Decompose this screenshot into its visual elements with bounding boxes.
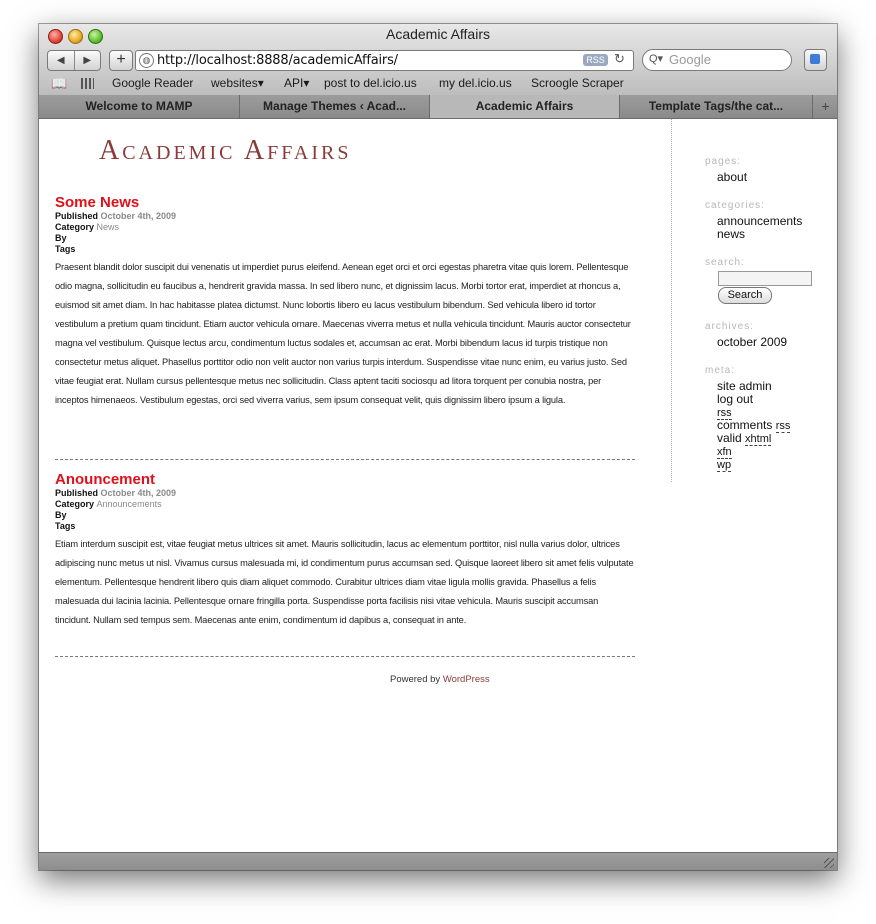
post: Some News Published October 4th, 2009 Ca…	[55, 194, 635, 410]
sidebar-comments-row: comments rss	[717, 418, 791, 433]
navigation-buttons: ◀ ▶	[47, 50, 101, 71]
footer-powered-by: Powered by WordPress	[390, 674, 490, 685]
sidebar-search-input[interactable]	[718, 271, 812, 286]
sidebar-comments-label: comments	[717, 418, 773, 432]
top-sites-grid-icon[interactable]	[81, 78, 94, 89]
bookmark-google-reader[interactable]: Google Reader	[112, 76, 193, 90]
bookmark-scroogle-scraper[interactable]: Scroogle Scraper	[531, 76, 624, 90]
reload-icon[interactable]: ↻	[614, 51, 625, 67]
window-title: Academic Affairs	[385, 26, 490, 42]
sidebar-link-news[interactable]: news	[717, 227, 745, 241]
sidebar-link-about[interactable]: about	[717, 170, 747, 184]
category-label: Category	[55, 499, 95, 509]
sidebar-heading-meta: meta:	[705, 365, 736, 376]
resize-handle-icon[interactable]	[824, 858, 834, 868]
tab-manage-themes[interactable]: Manage Themes ‹ Acad...	[240, 95, 430, 118]
sidebar-xfn-row: xfn	[717, 444, 732, 459]
category-label: Category	[55, 222, 95, 232]
post-meta: Published October 4th, 2009 Category New…	[55, 211, 635, 255]
browser-window: Academic Affairs ◀ ▶ + ◍ http://localhos…	[39, 24, 837, 870]
add-bookmark-button[interactable]: +	[109, 50, 133, 71]
post-date: October 4th, 2009	[100, 488, 177, 498]
post-body: Etiam interdum suscipit est, vitae feugi…	[55, 539, 634, 625]
bookmark-my-delicious[interactable]: my del.icio.us	[439, 76, 512, 90]
sidebar-heading-categories: categories:	[705, 200, 765, 211]
forward-arrow-icon[interactable]: ▶	[75, 51, 101, 70]
bookmark-post-to-delicious[interactable]: post to del.icio.us	[324, 76, 417, 90]
globe-icon: ◍	[139, 53, 154, 68]
tab-template-tags[interactable]: Template Tags/the cat...	[620, 95, 813, 118]
sidebar-heading-search: search:	[705, 257, 745, 268]
sidebar-search-button[interactable]: Search	[718, 287, 772, 304]
by-label: By	[55, 233, 67, 243]
tab-bar: Welcome to MAMP Manage Themes ‹ Acad... …	[39, 95, 837, 119]
post-category-link[interactable]: Announcements	[97, 499, 162, 509]
post-title[interactable]: Some News	[55, 194, 635, 211]
site-title[interactable]: Academic Affairs	[99, 135, 351, 167]
sidebar-rss-row: rss	[717, 405, 732, 420]
wordpress-link[interactable]: WordPress	[443, 674, 490, 685]
search-placeholder: Google	[669, 52, 711, 67]
back-arrow-icon[interactable]: ◀	[48, 51, 75, 70]
bookmark-icon	[810, 54, 820, 64]
sidebar-valid-row: valid xhtml	[717, 431, 772, 446]
rss-badge[interactable]: RSS	[583, 54, 608, 66]
sidebar-heading-pages: pages:	[705, 156, 742, 167]
published-label: Published	[55, 211, 99, 221]
new-tab-button[interactable]: +	[814, 95, 837, 118]
sidebar-link-wp[interactable]: wp	[717, 459, 732, 472]
tags-label: Tags	[55, 521, 76, 531]
bookmark-api[interactable]: API▾	[284, 76, 309, 90]
book-icon[interactable]: 📖	[51, 76, 67, 92]
bookmark-menu-button[interactable]	[804, 49, 827, 71]
post-date: October 4th, 2009	[100, 211, 177, 221]
post-divider	[55, 459, 635, 460]
post-category-link[interactable]: News	[97, 222, 120, 232]
tab-academic-affairs[interactable]: Academic Affairs	[430, 95, 620, 118]
bookmark-websites[interactable]: websites▾	[211, 76, 264, 90]
sidebar-link-xhtml[interactable]: xhtml	[745, 433, 772, 446]
search-icon: Q▾	[649, 53, 664, 65]
post-title[interactable]: Anouncement	[55, 471, 635, 488]
url-text[interactable]: http://localhost:8888/academicAffairs/	[157, 53, 398, 68]
by-label: By	[55, 510, 67, 520]
tab-welcome-to-mamp[interactable]: Welcome to MAMP	[39, 95, 240, 118]
web-page: Academic Affairs Some News Published Oct…	[39, 119, 837, 852]
sidebar: pages: about categories: announcements n…	[671, 119, 837, 482]
powered-by-text: Powered by	[390, 674, 441, 685]
published-label: Published	[55, 488, 99, 498]
search-field[interactable]: Q▾ Google	[642, 49, 792, 71]
sidebar-link-announcements[interactable]: announcements	[717, 214, 802, 228]
post-divider	[55, 656, 635, 657]
sidebar-valid-label: valid	[717, 431, 742, 445]
tags-label: Tags	[55, 244, 76, 254]
title-bar: Academic Affairs ◀ ▶ + ◍ http://localhos…	[39, 24, 837, 96]
sidebar-link-site-admin[interactable]: site admin	[717, 379, 772, 393]
post-body: Praesent blandit dolor suscipit dui vene…	[55, 262, 631, 405]
status-bar	[39, 852, 837, 870]
post: Anouncement Published October 4th, 2009 …	[55, 471, 635, 630]
sidebar-link-october-2009[interactable]: october 2009	[717, 335, 787, 349]
bookmarks-bar: 📖 Google Reader websites▾ API▾ post to d…	[39, 74, 837, 94]
sidebar-heading-archives: archives:	[705, 321, 755, 332]
post-meta: Published October 4th, 2009 Category Ann…	[55, 488, 635, 532]
sidebar-link-log-out[interactable]: log out	[717, 392, 753, 406]
sidebar-link-comments-rss[interactable]: rss	[775, 420, 791, 433]
sidebar-wp-row: wp	[717, 457, 732, 472]
address-bar[interactable]: ◍ http://localhost:8888/academicAffairs/…	[135, 50, 634, 71]
